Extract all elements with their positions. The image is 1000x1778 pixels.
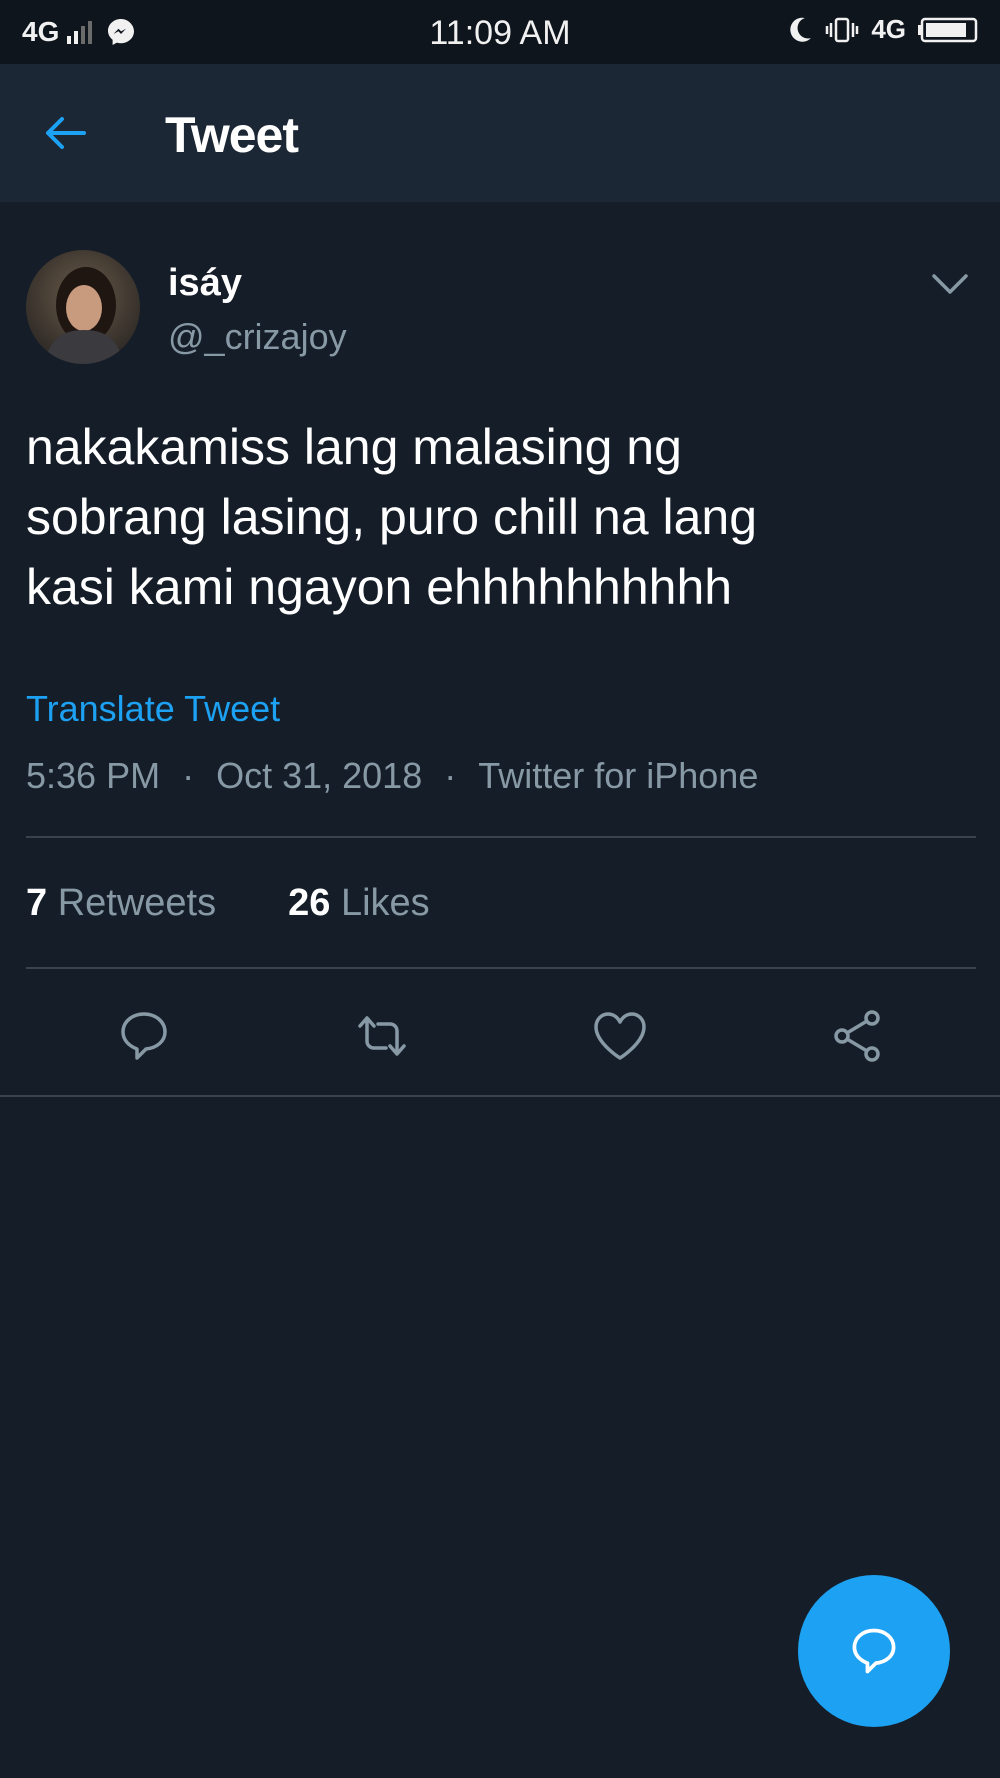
divider [26,967,976,969]
compose-reply-icon [852,1628,896,1674]
likes-count: 26 [288,882,331,924]
user-handle[interactable]: @_crizajoy [168,316,347,358]
retweet-icon[interactable] [352,1006,412,1066]
tweet-text-line: kasi kami ngayon ehhhhhhhhhh [26,559,733,615]
retweets-stat[interactable]: 7 Retweets [26,882,216,924]
translate-tweet-link[interactable]: Translate Tweet [26,688,280,730]
retweets-label: Retweets [57,882,217,924]
network-type-right: 4G [871,14,906,44]
tweet-text-line: nakakamiss lang malasing ng [26,419,682,475]
likes-label: Likes [340,882,430,924]
retweets-count: 7 [26,882,48,924]
avatar-image [26,250,140,364]
status-right: 4G [787,14,982,45]
avatar[interactable] [26,250,140,364]
tweet-stats: 7 Retweets 26 Likes [26,882,430,925]
tweet-metadata: 5:36 PM · Oct 31, 2018 · Twitter for iPhone [26,755,758,797]
vibrate-icon [826,17,859,42]
reply-icon[interactable] [114,1006,174,1066]
chevron-down-icon[interactable] [928,266,972,302]
page-title: Tweet [165,107,299,163]
divider [26,836,976,838]
top-nav-bar: Tweet [0,64,1000,202]
display-name[interactable]: isáy [168,262,242,305]
likes-stat[interactable]: 26 Likes [288,882,430,924]
tweet-client[interactable]: Twitter for iPhone [478,755,758,796]
status-bar: 4G 11:09 AM 4G [0,0,1000,64]
arrow-left-icon[interactable] [40,108,90,158]
tweet-text-line: sobrang lasing, puro chill na lang [26,489,758,545]
tweet-time: 5:36 PM [26,755,161,796]
heart-icon[interactable] [590,1006,650,1066]
divider [0,1095,1000,1097]
moon-icon [790,17,812,42]
battery-icon [918,17,978,42]
share-icon[interactable] [828,1006,888,1066]
separator-dot: · [182,755,195,796]
tweet-date: Oct 31, 2018 [216,755,423,796]
separator-dot: · [444,755,457,796]
compose-reply-button[interactable] [798,1575,950,1727]
tweet-text: nakakamiss lang malasing ng sobrang lasi… [26,412,976,622]
